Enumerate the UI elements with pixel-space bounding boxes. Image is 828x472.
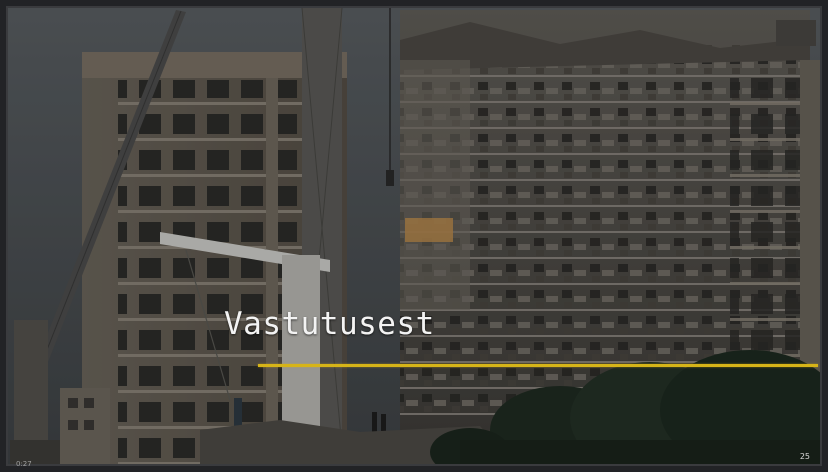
slide: Vastutusest 25 0:27 <box>0 0 828 472</box>
slide-number: 25 <box>799 452 810 461</box>
slide-title: Vastutusest <box>224 306 435 342</box>
title-underline <box>258 364 818 367</box>
video-timestamp: 0:27 <box>16 460 32 468</box>
background-photo <box>0 0 828 472</box>
